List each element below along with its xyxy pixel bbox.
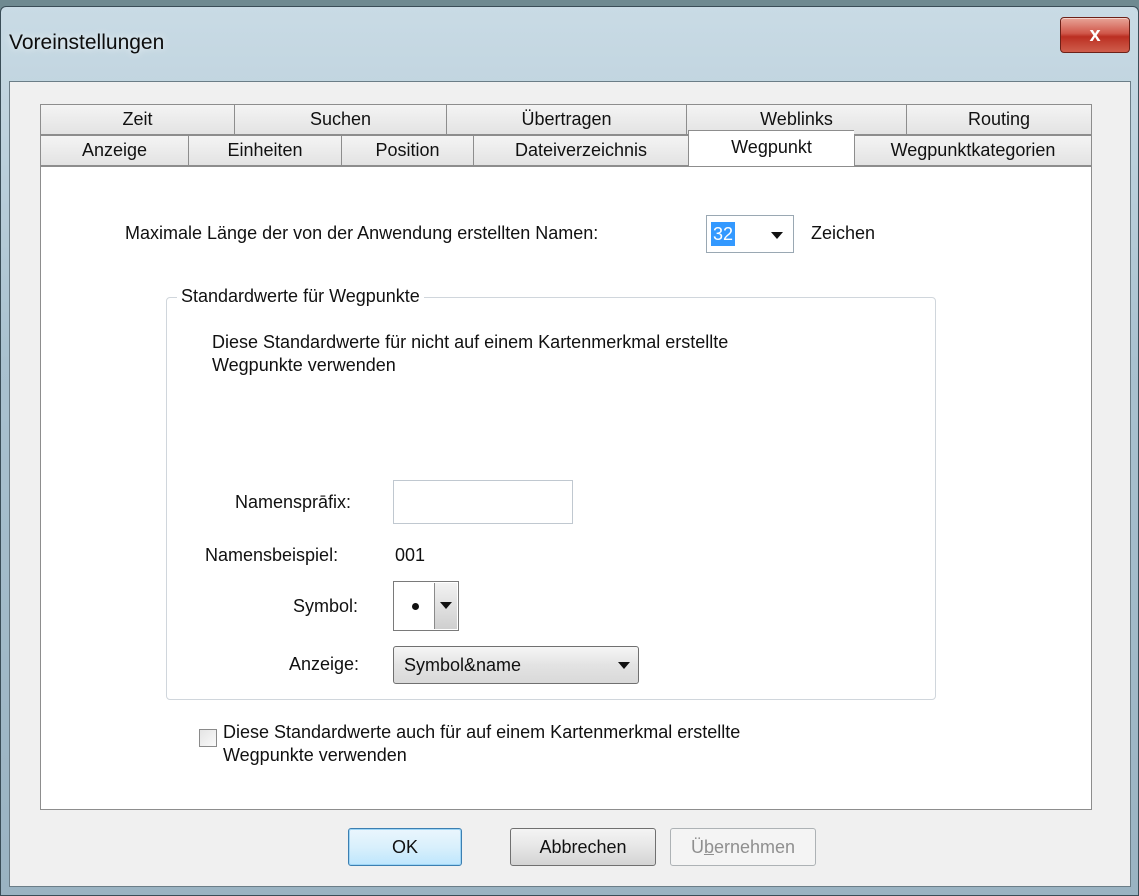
- max-length-label: Maximale Länge der von der Anwendung ers…: [125, 223, 599, 243]
- dot-icon: [412, 603, 419, 610]
- tab-uebertragen[interactable]: Übertragen: [446, 104, 686, 135]
- apply-label-accesskey: b: [703, 837, 714, 857]
- waypoint-defaults-group: Standardwerte für Wegpunkte Diese Standa…: [166, 286, 936, 765]
- chevron-down-icon: [618, 662, 630, 669]
- symbol-label: Symbol:: [293, 596, 359, 616]
- max-length-combobox[interactable]: 32: [706, 215, 794, 253]
- description-line1: Diese Standardwerte für nicht auf einem …: [212, 332, 729, 352]
- close-icon: x: [1089, 23, 1101, 46]
- symbol-picker[interactable]: [393, 581, 459, 631]
- tab-anzeige[interactable]: Anzeige: [40, 135, 188, 166]
- tab-zeit[interactable]: Zeit: [40, 104, 234, 135]
- apply-label-prefix: Ü: [690, 837, 704, 857]
- description-line2: Wegpunkte verwenden: [212, 355, 396, 375]
- name-prefix-input[interactable]: [393, 480, 573, 524]
- tab-panel-wegpunkt: Maximale Länge der von der Anwendung ers…: [40, 166, 1092, 810]
- name-example-value: 001: [395, 545, 426, 565]
- apply-label-suffix: ernehmen: [713, 837, 796, 857]
- chevron-down-icon: [771, 232, 783, 239]
- close-button[interactable]: x: [1060, 17, 1130, 53]
- symbol-dropdown-button[interactable]: [434, 583, 457, 629]
- tab-row-front: Anzeige Einheiten Position Dateiverzeich…: [40, 130, 1092, 166]
- checkbox-label-line2: Wegpunkte verwenden: [223, 745, 407, 765]
- tab-dateiverzeichnis[interactable]: Dateiverzeichnis: [473, 135, 688, 166]
- tab-routing[interactable]: Routing: [906, 104, 1092, 135]
- apply-to-map-features-checkbox[interactable]: [199, 729, 217, 747]
- checkbox-label-line1: Diese Standardwerte auch für auf einem K…: [223, 722, 741, 742]
- tab-row-back: Zeit Suchen Übertragen Weblinks Routing: [40, 104, 1092, 135]
- window-title: Voreinstellungen: [9, 31, 165, 54]
- display-mode-value: Symbol&name: [404, 655, 522, 675]
- apply-button[interactable]: Übernehmen: [670, 828, 816, 866]
- tab-einheiten[interactable]: Einheiten: [188, 135, 341, 166]
- cancel-button[interactable]: Abbrechen: [510, 828, 656, 866]
- tab-position[interactable]: Position: [341, 135, 473, 166]
- chevron-down-icon: [440, 602, 452, 609]
- tab-suchen[interactable]: Suchen: [234, 104, 446, 135]
- display-label: Anzeige:: [289, 654, 360, 674]
- tab-wegpunktkategorien[interactable]: Wegpunktkategorien: [854, 135, 1092, 166]
- max-length-value: 32: [711, 222, 736, 246]
- dialog-window: Voreinstellungen x Zeit Suchen Übertrage…: [0, 6, 1139, 896]
- tab-wegpunkt[interactable]: Wegpunkt: [688, 130, 854, 166]
- dialog-client-area: Zeit Suchen Übertragen Weblinks Routing …: [9, 81, 1131, 887]
- title-bar[interactable]: Voreinstellungen x: [1, 7, 1138, 81]
- ok-button[interactable]: OK: [348, 828, 462, 866]
- max-length-unit: Zeichen: [811, 223, 876, 243]
- name-prefix-label: Namensprāfix:: [235, 492, 352, 512]
- group-title: Standardwerte für Wegpunkte: [177, 286, 424, 307]
- name-example-label: Namensbeispiel:: [205, 545, 339, 565]
- display-mode-select[interactable]: Symbol&name: [393, 646, 639, 684]
